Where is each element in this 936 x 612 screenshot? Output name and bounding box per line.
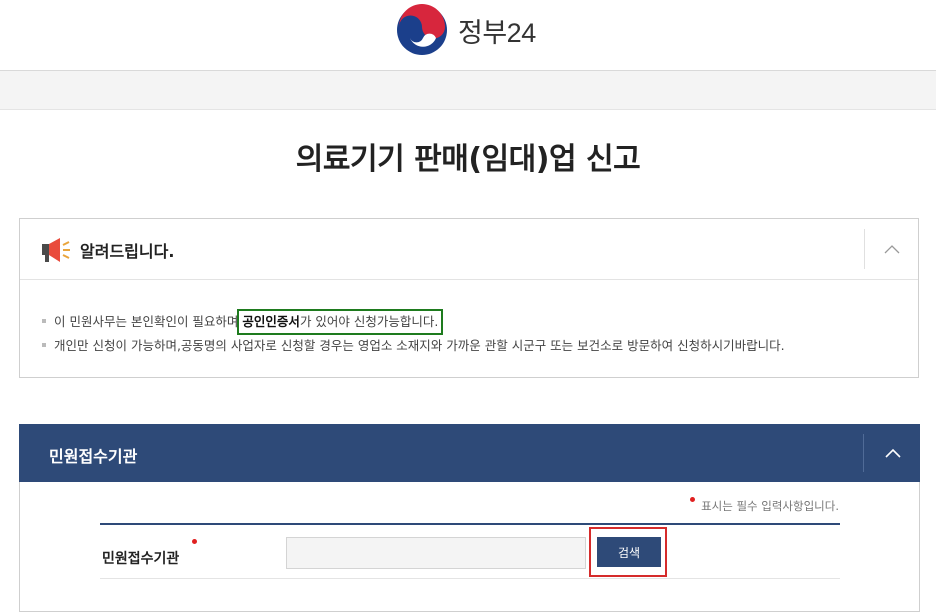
required-dot-icon [690,497,696,502]
search-button[interactable]: 검색 [597,537,661,567]
form-top-border [100,523,840,525]
agency-input[interactable] [286,537,586,569]
agency-section-header: 민원접수기관 [19,424,920,482]
certificate-highlight: 공인인증서가 있어야 신청가능합니다. [237,309,444,335]
sub-navigation-bar [0,71,936,110]
certificate-text: 공인인증서 [242,314,300,329]
agency-field-label: 민원접수기관 [102,551,180,567]
page-title: 의료기기 판매(임대)업 신고 [295,142,641,177]
required-dot-icon [192,539,197,544]
notice-body: 이 민원사무는 본인확인이 필요하며 공인인증서가 있어야 신청가능합니다. 개인… [42,309,912,365]
divider [863,434,864,472]
notice-line-2: 개인만 신청이 가능하며,공동명의 사업자로 신청할 경우는 영업소 소재지와 … [42,337,912,365]
bullet-icon [42,318,46,323]
chevron-up-icon [884,245,900,254]
divider [864,229,865,269]
notice-collapse-button[interactable] [866,219,918,279]
logo-text: 정부24 [458,17,536,48]
notice-line1-text: 이 민원사무는 본인확인이 필요하며 [54,314,239,329]
notice-header: 알려드립니다. [20,219,918,280]
megaphone-icon [42,238,70,262]
section-collapse-button[interactable] [865,424,920,482]
site-logo[interactable]: 정부24 [396,4,536,56]
notice-panel: 알려드립니다. 이 민원사무는 본인확인이 필요하며 공인인증서가 있어야 신청가… [19,218,919,378]
notice-title: 알려드립니다. [80,242,175,261]
taegeuk-icon [397,4,447,55]
section-title: 민원접수기관 [49,447,138,466]
notice-line2-text: 개인만 신청이 가능하며,공동명의 사업자로 신청할 경우는 영업소 소재지와 … [54,338,785,353]
required-note-text: 표시는 필수 입력사항입니다. [701,499,839,513]
bullet-icon [42,342,46,347]
form-row-border [100,578,840,579]
agency-section-body: 표시는 필수 입력사항입니다. 민원접수기관 검색 [19,482,920,612]
required-note: 표시는 필수 입력사항입니다. [690,497,839,514]
notice-line-1: 이 민원사무는 본인확인이 필요하며 공인인증서가 있어야 신청가능합니다. [42,309,912,337]
notice-line1-tail: 가 있어야 신청가능합니다. [299,314,439,329]
chevron-up-icon [884,448,901,458]
site-header: 정부24 [0,0,936,71]
